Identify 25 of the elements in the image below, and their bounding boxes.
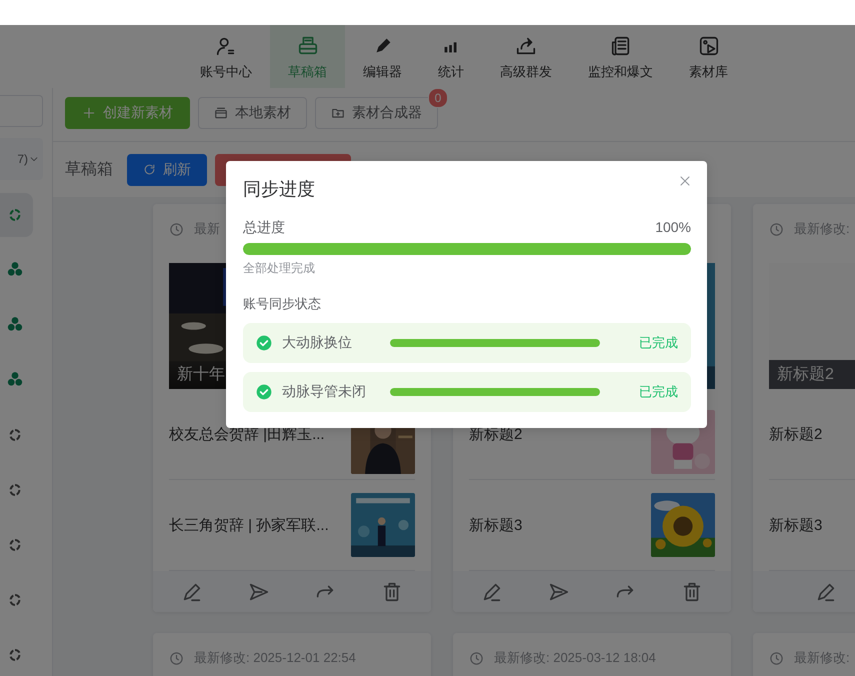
status-message: 全部处理完成 xyxy=(243,260,316,277)
article-title: 新标题3 xyxy=(469,516,522,534)
article-title: 长三角贺辞 | 孙家军联... xyxy=(169,516,329,534)
progress-label: 总进度 xyxy=(243,219,285,237)
cover-title: 新标题2 xyxy=(769,360,855,389)
sync-status: 已完成 xyxy=(639,383,678,401)
dialog-title: 同步进度 xyxy=(243,178,315,201)
nav-tab[interactable]: 高级群发 xyxy=(482,25,570,88)
nav-tab[interactable]: 统计 xyxy=(420,25,482,88)
count-badge: 0 xyxy=(428,88,448,108)
nav-tab[interactable]: 编辑器 xyxy=(345,25,420,88)
progress-percent: 100% xyxy=(655,219,691,237)
account-dropdown[interactable]: 7) xyxy=(0,138,43,180)
article-title: 新标题3 xyxy=(769,516,822,534)
sync-status: 已完成 xyxy=(639,334,678,352)
toolbar-button[interactable]: 本地素材 xyxy=(198,97,307,129)
account-name: 大动脉换位 xyxy=(282,334,353,352)
nav-tab[interactable]: 素材库 xyxy=(671,25,746,88)
section-title: 账号同步状态 xyxy=(243,295,322,313)
article-title: 新标题2 xyxy=(769,424,822,444)
nav-tab[interactable]: 草稿箱 xyxy=(270,25,345,88)
nav-tab[interactable]: 监控和爆文 xyxy=(570,25,671,88)
section-title: 草稿箱 xyxy=(65,160,113,180)
action-button[interactable]: 刷新 xyxy=(127,154,207,186)
nav-tab[interactable]: 账号中心 xyxy=(182,25,270,88)
